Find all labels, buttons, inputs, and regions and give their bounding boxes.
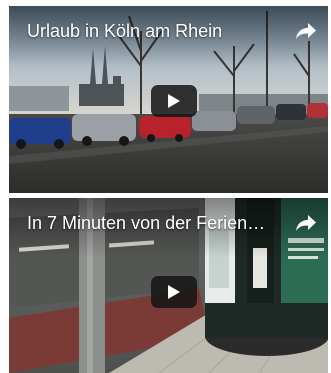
play-icon (168, 94, 180, 108)
share-icon[interactable] (292, 210, 320, 236)
share-icon[interactable] (292, 18, 320, 44)
video-card[interactable]: Urlaub in Köln am Rhein (9, 6, 328, 193)
video-title[interactable]: In 7 Minuten von der Ferien… (27, 212, 282, 234)
play-button[interactable] (151, 85, 197, 117)
play-icon (168, 285, 180, 299)
video-title[interactable]: Urlaub in Köln am Rhein (27, 20, 282, 42)
play-button[interactable] (151, 276, 197, 308)
video-card[interactable]: In 7 Minuten von der Ferien… (9, 198, 328, 373)
